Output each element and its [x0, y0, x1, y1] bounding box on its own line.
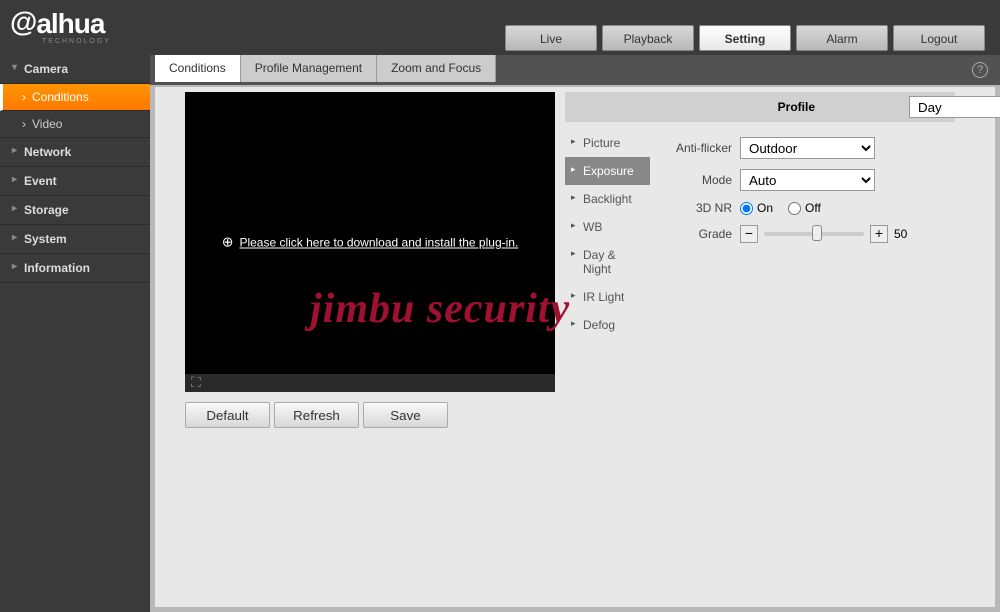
tab-zoom-focus[interactable]: Zoom and Focus	[377, 55, 496, 82]
grade-plus-button[interactable]: +	[870, 225, 888, 243]
sidebar-information[interactable]: Information	[0, 254, 150, 283]
3dnr-on-radio[interactable]	[740, 202, 753, 215]
cat-daynight[interactable]: Day & Night	[565, 241, 650, 283]
help-icon[interactable]: ?	[972, 62, 988, 78]
top-nav: Live Playback Setting Alarm Logout	[505, 25, 985, 51]
cat-defog[interactable]: Defog	[565, 311, 650, 339]
3dnr-on-option[interactable]: On	[740, 201, 773, 215]
nav-live[interactable]: Live	[505, 25, 597, 51]
nav-setting[interactable]: Setting	[699, 25, 791, 51]
sidebar-conditions[interactable]: Conditions	[0, 84, 150, 111]
refresh-button[interactable]: Refresh	[274, 402, 359, 428]
grade-slider-thumb[interactable]	[812, 225, 822, 241]
tab-profile-management[interactable]: Profile Management	[241, 55, 377, 82]
nav-logout[interactable]: Logout	[893, 25, 985, 51]
fullscreen-icon[interactable]: ⛶	[185, 374, 207, 390]
profile-bar: Profile	[565, 92, 955, 122]
sidebar-camera[interactable]: Camera	[0, 55, 150, 84]
cat-wb[interactable]: WB	[565, 213, 650, 241]
video-toolbar: ⛶	[185, 374, 555, 392]
tabs: Conditions Profile Management Zoom and F…	[155, 55, 496, 82]
nav-alarm[interactable]: Alarm	[796, 25, 888, 51]
3dnr-off-option[interactable]: Off	[788, 201, 821, 215]
3dnr-off-radio[interactable]	[788, 202, 801, 215]
sidebar-video[interactable]: Video	[0, 111, 150, 138]
save-button[interactable]: Save	[363, 402, 448, 428]
plugin-download-link[interactable]: Please click here to download and instal…	[222, 234, 519, 251]
content: Please click here to download and instal…	[155, 87, 995, 607]
button-row: Default Refresh Save	[185, 402, 448, 428]
logo-text: alhua	[36, 8, 104, 39]
3dnr-label: 3D NR	[665, 201, 740, 215]
logo-mark: @	[10, 6, 36, 37]
profile-select[interactable]: Day	[909, 96, 1000, 118]
grade-minus-button[interactable]: −	[740, 225, 758, 243]
profile-label: Profile	[778, 100, 815, 114]
cat-exposure[interactable]: Exposure	[565, 157, 650, 185]
sidebar-network[interactable]: Network	[0, 138, 150, 167]
antiflicker-select[interactable]: Outdoor	[740, 137, 875, 159]
grade-label: Grade	[665, 227, 740, 241]
mode-label: Mode	[665, 173, 740, 187]
cat-picture[interactable]: Picture	[565, 129, 650, 157]
grade-value: 50	[894, 227, 907, 241]
settings-categories: Picture Exposure Backlight WB Day & Nigh…	[565, 129, 650, 339]
settings-form: Anti-flicker Outdoor Mode Auto 3D NR On …	[665, 137, 907, 253]
cat-backlight[interactable]: Backlight	[565, 185, 650, 213]
sidebar-event[interactable]: Event	[0, 167, 150, 196]
header: @alhua TECHNOLOGY Live Playback Setting …	[0, 0, 1000, 55]
sidebar-storage[interactable]: Storage	[0, 196, 150, 225]
grade-slider[interactable]	[764, 232, 864, 236]
nav-playback[interactable]: Playback	[602, 25, 694, 51]
logo-subtext: TECHNOLOGY	[42, 38, 111, 45]
sidebar: Camera Conditions Video Network Event St…	[0, 55, 150, 612]
default-button[interactable]: Default	[185, 402, 270, 428]
sidebar-system[interactable]: System	[0, 225, 150, 254]
cat-irlight[interactable]: IR Light	[565, 283, 650, 311]
antiflicker-label: Anti-flicker	[665, 141, 740, 155]
tab-conditions[interactable]: Conditions	[155, 55, 241, 82]
subheader: Conditions Profile Management Zoom and F…	[0, 55, 1000, 85]
logo: @alhua	[10, 8, 104, 40]
mode-select[interactable]: Auto	[740, 169, 875, 191]
video-preview: Please click here to download and instal…	[185, 92, 555, 392]
